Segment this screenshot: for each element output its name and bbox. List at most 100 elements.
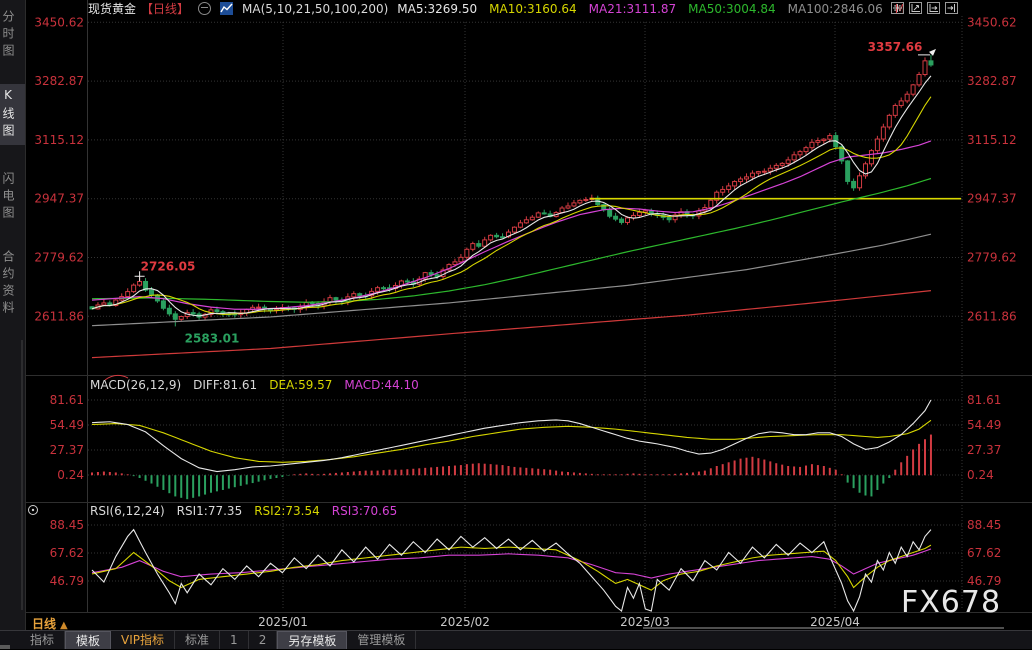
- scale-axis-right-icon[interactable]: [927, 2, 940, 14]
- collapse-icon[interactable]: [198, 2, 211, 15]
- symbol-title: 现货黄金: [88, 0, 136, 17]
- candle-body: [875, 139, 879, 151]
- rsi-axis-label: 67.62: [50, 546, 84, 560]
- macd-histogram-bar: [734, 460, 736, 475]
- candle-body: [608, 210, 612, 216]
- ma-value: MA5:3269.50: [397, 2, 477, 16]
- macd-histogram-bar: [377, 471, 379, 476]
- candle-body: [512, 227, 516, 232]
- price-axis-label: 3115.12: [34, 133, 84, 147]
- price-axis-label: 2947.37: [967, 192, 1017, 206]
- footer-scroll-nub[interactable]: [0, 645, 10, 649]
- macd-histogram-bar: [811, 464, 813, 475]
- footer-tab[interactable]: 管理模板: [347, 631, 416, 649]
- rsi3-value: RSI3:70.65: [332, 504, 398, 518]
- footer-tab[interactable]: 指标: [20, 631, 65, 649]
- rsi-panel-header: RSI(6,12,24) RSI1:77.35 RSI2:73.54 RSI3:…: [90, 504, 397, 518]
- candle-body: [382, 288, 386, 289]
- scrollbar-thumb[interactable]: [643, 627, 1004, 629]
- macd-histogram-bar: [870, 475, 872, 496]
- macd-histogram-bar: [781, 465, 783, 476]
- watermark: FX678: [901, 585, 1001, 620]
- exit-right-icon[interactable]: [945, 2, 958, 14]
- candle-body: [572, 203, 576, 206]
- price-axis-label: 3450.62: [34, 15, 84, 29]
- price-annotation: 2726.05: [141, 259, 196, 273]
- candle-body: [768, 168, 772, 171]
- macd-histogram-bar: [127, 474, 129, 475]
- scale-axis-left-icon[interactable]: [909, 2, 922, 14]
- chart-toolbar: [891, 2, 958, 14]
- macd-histogram-bar: [210, 475, 212, 493]
- sidebar-item-1[interactable]: 分时图: [0, 6, 25, 65]
- macd-histogram-bar: [91, 472, 93, 475]
- macd-histogram-bar: [258, 475, 260, 481]
- chart-canvas[interactable]: 3450.623450.623282.873282.873115.123115.…: [0, 0, 1032, 649]
- macd-histogram-bar: [472, 464, 474, 476]
- sidebar-item-3[interactable]: 闪电图: [0, 168, 25, 227]
- price-axis-label: 3282.87: [34, 74, 84, 88]
- candle-body: [822, 139, 826, 140]
- footer-tab[interactable]: 标准: [175, 631, 220, 649]
- macd-histogram-bar: [621, 474, 623, 475]
- macd-histogram-bar: [151, 475, 153, 483]
- ma-line-ma10: [92, 97, 931, 315]
- footer-tab[interactable]: 模板: [65, 631, 111, 649]
- macd-histogram-bar: [662, 474, 664, 475]
- period-selector-label: 日线: [32, 617, 56, 631]
- footer-tab[interactable]: 另存模板: [277, 631, 347, 649]
- candle-body: [887, 115, 891, 127]
- macd-histogram-bar: [853, 475, 855, 488]
- sidebar-scrollbar[interactable]: [21, 340, 23, 610]
- footer-tab[interactable]: 1: [220, 631, 249, 649]
- macd-histogram-bar: [394, 470, 396, 476]
- macd-histogram-bar: [561, 472, 563, 476]
- candle-body: [852, 181, 856, 187]
- candle-body: [745, 177, 749, 179]
- price-axis-label: 2611.86: [967, 309, 1017, 323]
- macd-histogram-bar: [799, 467, 801, 475]
- candle-body: [173, 314, 177, 319]
- macd-histogram-bar: [454, 466, 456, 476]
- footer-tab[interactable]: 2: [249, 631, 278, 649]
- candle-body: [584, 199, 588, 200]
- macd-histogram-bar: [740, 459, 742, 476]
- macd-histogram-bar: [704, 471, 706, 476]
- macd-histogram-bar: [537, 469, 539, 475]
- macd-histogram-bar: [585, 473, 587, 475]
- macd-histogram-bar: [924, 439, 926, 475]
- indicator-chart-icon[interactable]: [220, 2, 233, 15]
- crosshair-icon[interactable]: [891, 2, 904, 14]
- candle-body: [739, 179, 743, 182]
- candle-body: [929, 61, 933, 65]
- candle-body: [858, 176, 862, 188]
- candle-body: [881, 127, 885, 139]
- macd-histogram-bar: [234, 475, 236, 487]
- macd-histogram-bar: [894, 470, 896, 476]
- candle-body: [471, 244, 475, 250]
- macd-axis-label: 81.61: [50, 393, 84, 407]
- macd-histogram-bar: [281, 475, 283, 477]
- macd-histogram-bar: [751, 457, 753, 475]
- candle-body: [161, 301, 165, 308]
- sidebar-item-2[interactable]: K线图: [0, 84, 25, 145]
- rsi2-value: RSI2:73.54: [254, 504, 320, 518]
- macd-histogram-bar: [918, 444, 920, 475]
- candle-body: [750, 173, 754, 177]
- footer-tab[interactable]: VIP指标: [111, 631, 175, 649]
- sidebar-item-4[interactable]: 合约资料: [0, 246, 25, 322]
- macd-histogram-bar: [906, 456, 908, 475]
- macd-histogram-bar: [591, 474, 593, 475]
- macd-histogram-bar: [412, 469, 414, 475]
- macd-histogram-bar: [549, 470, 551, 476]
- macd-histogram-bar: [763, 460, 765, 476]
- ma-value: MA100:2846.06: [788, 2, 883, 16]
- macd-histogram-bar: [680, 473, 682, 475]
- candle-body: [524, 220, 528, 223]
- candle-body: [167, 308, 171, 314]
- rsi-axis-label: 67.62: [967, 546, 1001, 560]
- macd-histogram-bar: [139, 475, 141, 478]
- macd-histogram-bar: [823, 466, 825, 475]
- macd-histogram-bar: [174, 475, 176, 496]
- macd-axis-label: 0.24: [57, 468, 84, 482]
